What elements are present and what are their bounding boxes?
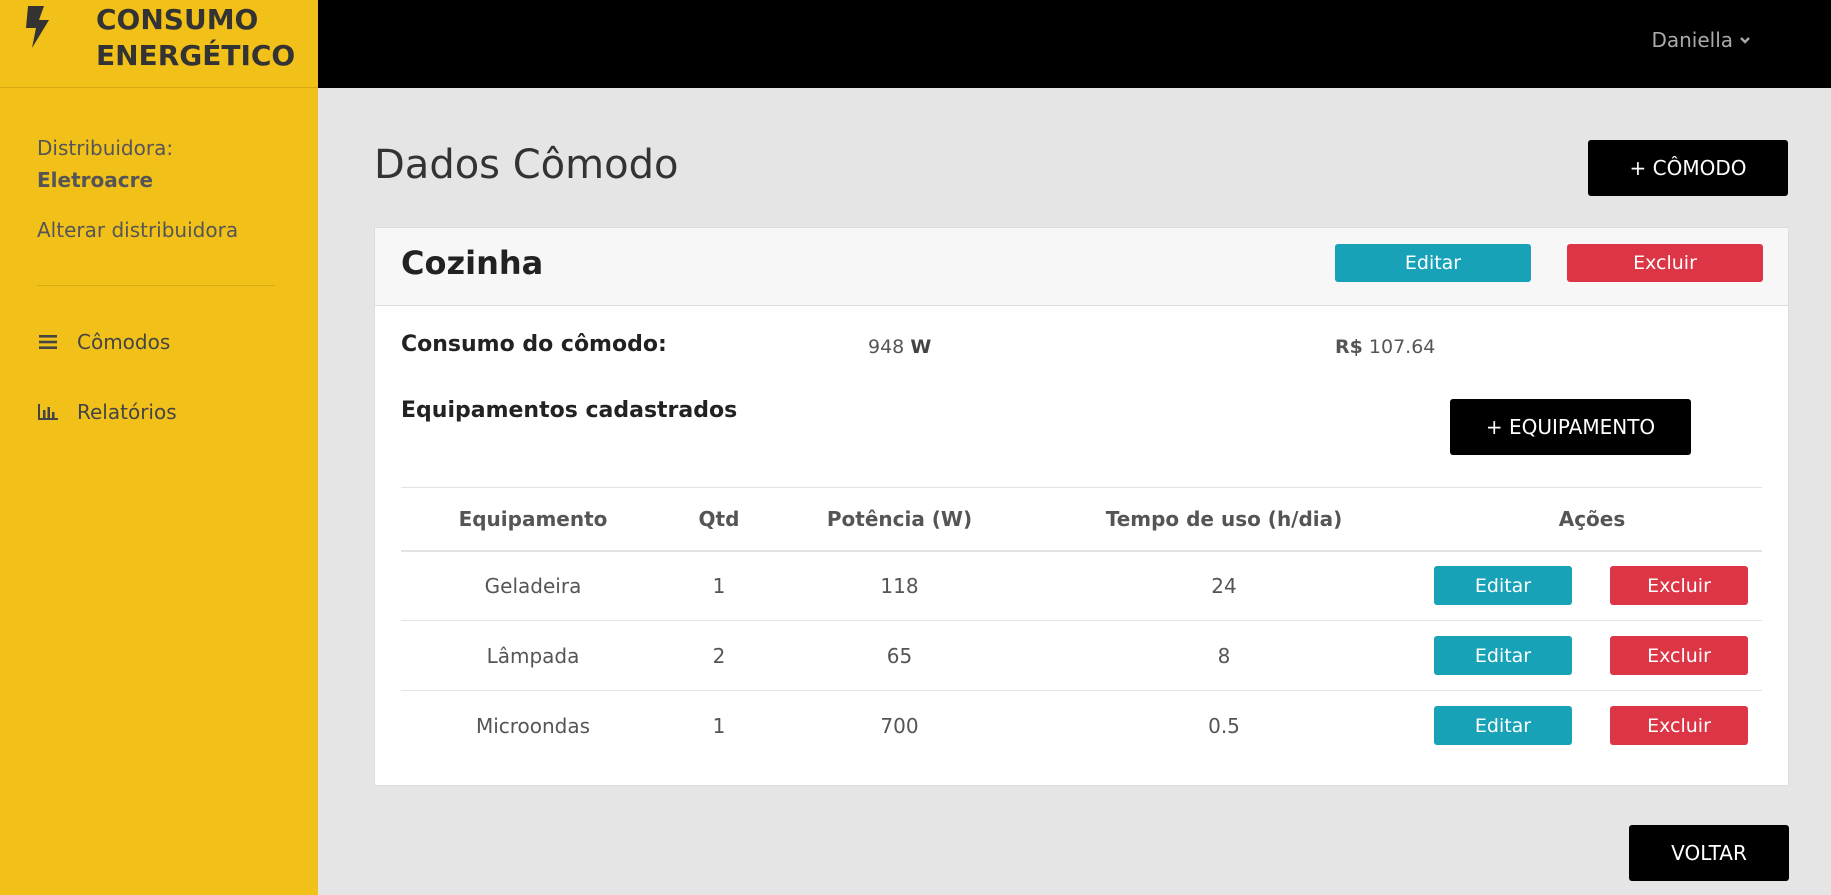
cell-power: 65 [773,620,1026,691]
delete-room-button[interactable]: Excluir [1567,244,1763,282]
room-card: Cozinha Editar Excluir Consumo do cômodo… [374,227,1789,786]
chevron-down-icon [1740,37,1750,44]
delete-equipment-button[interactable]: Excluir [1610,706,1748,746]
topbar: Daniella [318,0,1831,88]
room-consumption-watts: 948 W [868,336,931,358]
back-button[interactable]: VOLTAR [1629,825,1789,881]
room-card-header: Cozinha Editar Excluir [375,228,1788,306]
cell-qty: 1 [712,713,726,738]
sidebar-item-label: Cômodos [77,330,171,354]
cell-usage: 24 [1026,550,1422,621]
cell-actions: Editar Excluir [1422,691,1762,761]
edit-equipment-button[interactable]: Editar [1434,566,1572,606]
page-title: Dados Cômodo [374,142,679,188]
distributor-name: Eletroacre [37,168,154,192]
cell-equipment: Microondas [475,713,591,738]
brand[interactable]: CONSUMO ENERGÉTICO [0,0,318,88]
consumption-unit: W [910,336,932,358]
add-equipment-button[interactable]: + EQUIPAMENTO [1450,399,1691,455]
cell-actions: Editar Excluir [1422,550,1762,621]
column-header-equipment: Equipamento [401,487,665,552]
delete-equipment-button[interactable]: Excluir [1610,636,1748,675]
table-row: Lâmpada 2 65 8 Editar Excluir [401,620,1762,691]
cell-power: 118 [773,550,1026,621]
column-header-actions: Ações [1422,487,1762,552]
room-consumption-label: Consumo do cômodo: [401,332,667,357]
delete-equipment-button[interactable]: Excluir [1610,566,1748,606]
brand-line-1: CONSUMO [96,3,259,36]
cell-equipment: Lâmpada [401,620,665,691]
lightning-bolt-icon [26,6,49,48]
brand-title: CONSUMO ENERGÉTICO [96,2,295,74]
equipment-table: Equipamento Qtd Potência (W) Tempo de us… [401,487,1762,761]
cell-qty: 2 [665,620,773,691]
sidebar-divider [37,285,275,286]
column-header-usage: Tempo de uso (h/dia) [1026,487,1422,552]
edit-equipment-button[interactable]: Editar [1434,706,1572,746]
sidebar-item-label: Relatórios [77,400,177,424]
bar-chart-icon [37,402,59,422]
room-name: Cozinha [401,244,544,282]
cell-actions: Editar Excluir [1422,620,1762,691]
cell-qty: 1 [665,550,773,621]
cell-power: 700 [880,713,919,738]
column-header-qty: Qtd [665,487,773,552]
list-icon [37,332,59,352]
sidebar-item-comodos[interactable]: Cômodos [37,327,170,357]
cell-usage: 0.5 [1208,713,1240,738]
change-distributor-link[interactable]: Alterar distribuidora [37,218,238,242]
cell-equipment: Geladeira [401,550,665,621]
consumption-value: 948 [868,336,905,358]
table-header-row: Equipamento Qtd Potência (W) Tempo de us… [401,487,1762,552]
cost-currency: R$ [1335,336,1363,358]
table-row: Microondas 1 700 0.5 Editar Excluir [401,691,1762,761]
cost-value: 107.64 [1368,336,1436,358]
equipment-section-label: Equipamentos cadastrados [401,398,738,423]
sidebar-item-relatorios[interactable]: Relatórios [37,397,177,427]
brand-line-2: ENERGÉTICO [96,39,296,72]
add-room-button[interactable]: + CÔMODO [1588,140,1788,196]
user-menu[interactable]: Daniella [1651,28,1751,52]
column-header-power: Potência (W) [773,487,1026,552]
edit-equipment-button[interactable]: Editar [1434,636,1572,675]
table-row: Geladeira 1 118 24 Editar Excluir [401,550,1762,621]
edit-room-button[interactable]: Editar [1335,244,1531,282]
user-name: Daniella [1651,28,1733,52]
cell-usage: 8 [1026,620,1422,691]
room-consumption-cost: R$ 107.64 [1335,336,1435,358]
distributor-label: Distribuidora: [37,136,174,160]
sidebar: CONSUMO ENERGÉTICO Distribuidora: Eletro… [0,0,318,895]
